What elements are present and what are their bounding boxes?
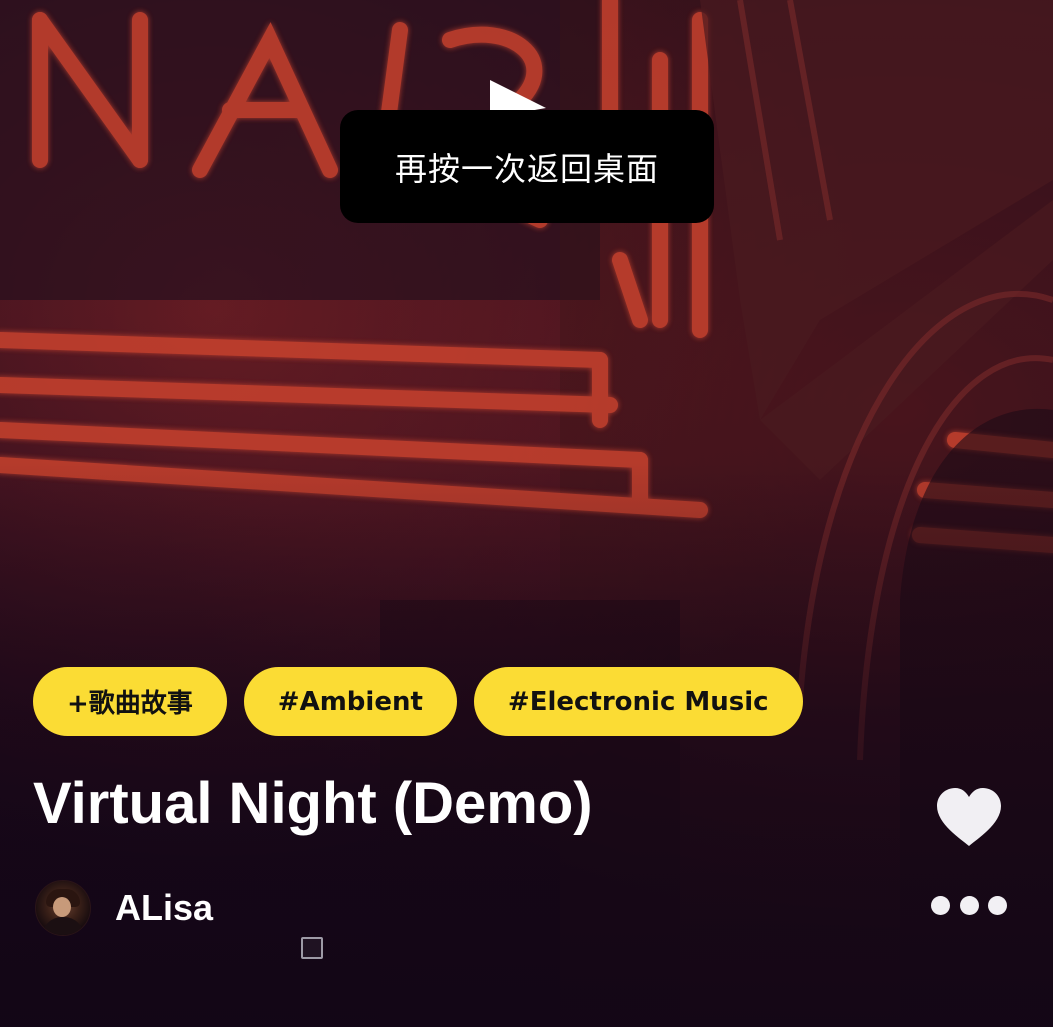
tag-label: #Ambient	[277, 686, 423, 717]
artist-name[interactable]: ALisa	[115, 887, 213, 929]
player-screen: 再按一次返回桌面 +歌曲故事 #Ambient #Electronic Musi…	[0, 0, 1053, 1027]
dot	[988, 895, 1007, 915]
dot	[959, 895, 979, 915]
selection-checkbox[interactable]	[301, 937, 323, 959]
tag-song-story[interactable]: +歌曲故事	[33, 667, 227, 736]
tag-list: +歌曲故事 #Ambient #Electronic Music	[33, 667, 803, 736]
avatar[interactable]	[35, 880, 91, 936]
heart-icon[interactable]	[935, 786, 1003, 848]
toast-text: 再按一次返回桌面	[394, 149, 659, 188]
more-dots-icon[interactable]	[931, 895, 1007, 915]
tag-ambient[interactable]: #Ambient	[243, 667, 457, 736]
toast-message: 再按一次返回桌面	[340, 110, 714, 223]
song-title: Virtual Night (Demo)	[33, 771, 593, 836]
tag-label: #Electronic Music	[507, 686, 769, 717]
tag-label: +歌曲故事	[67, 689, 193, 719]
artist-row[interactable]: ALisa	[35, 880, 213, 936]
tag-electronic-music[interactable]: #Electronic Music	[473, 667, 803, 736]
dot	[931, 895, 950, 915]
